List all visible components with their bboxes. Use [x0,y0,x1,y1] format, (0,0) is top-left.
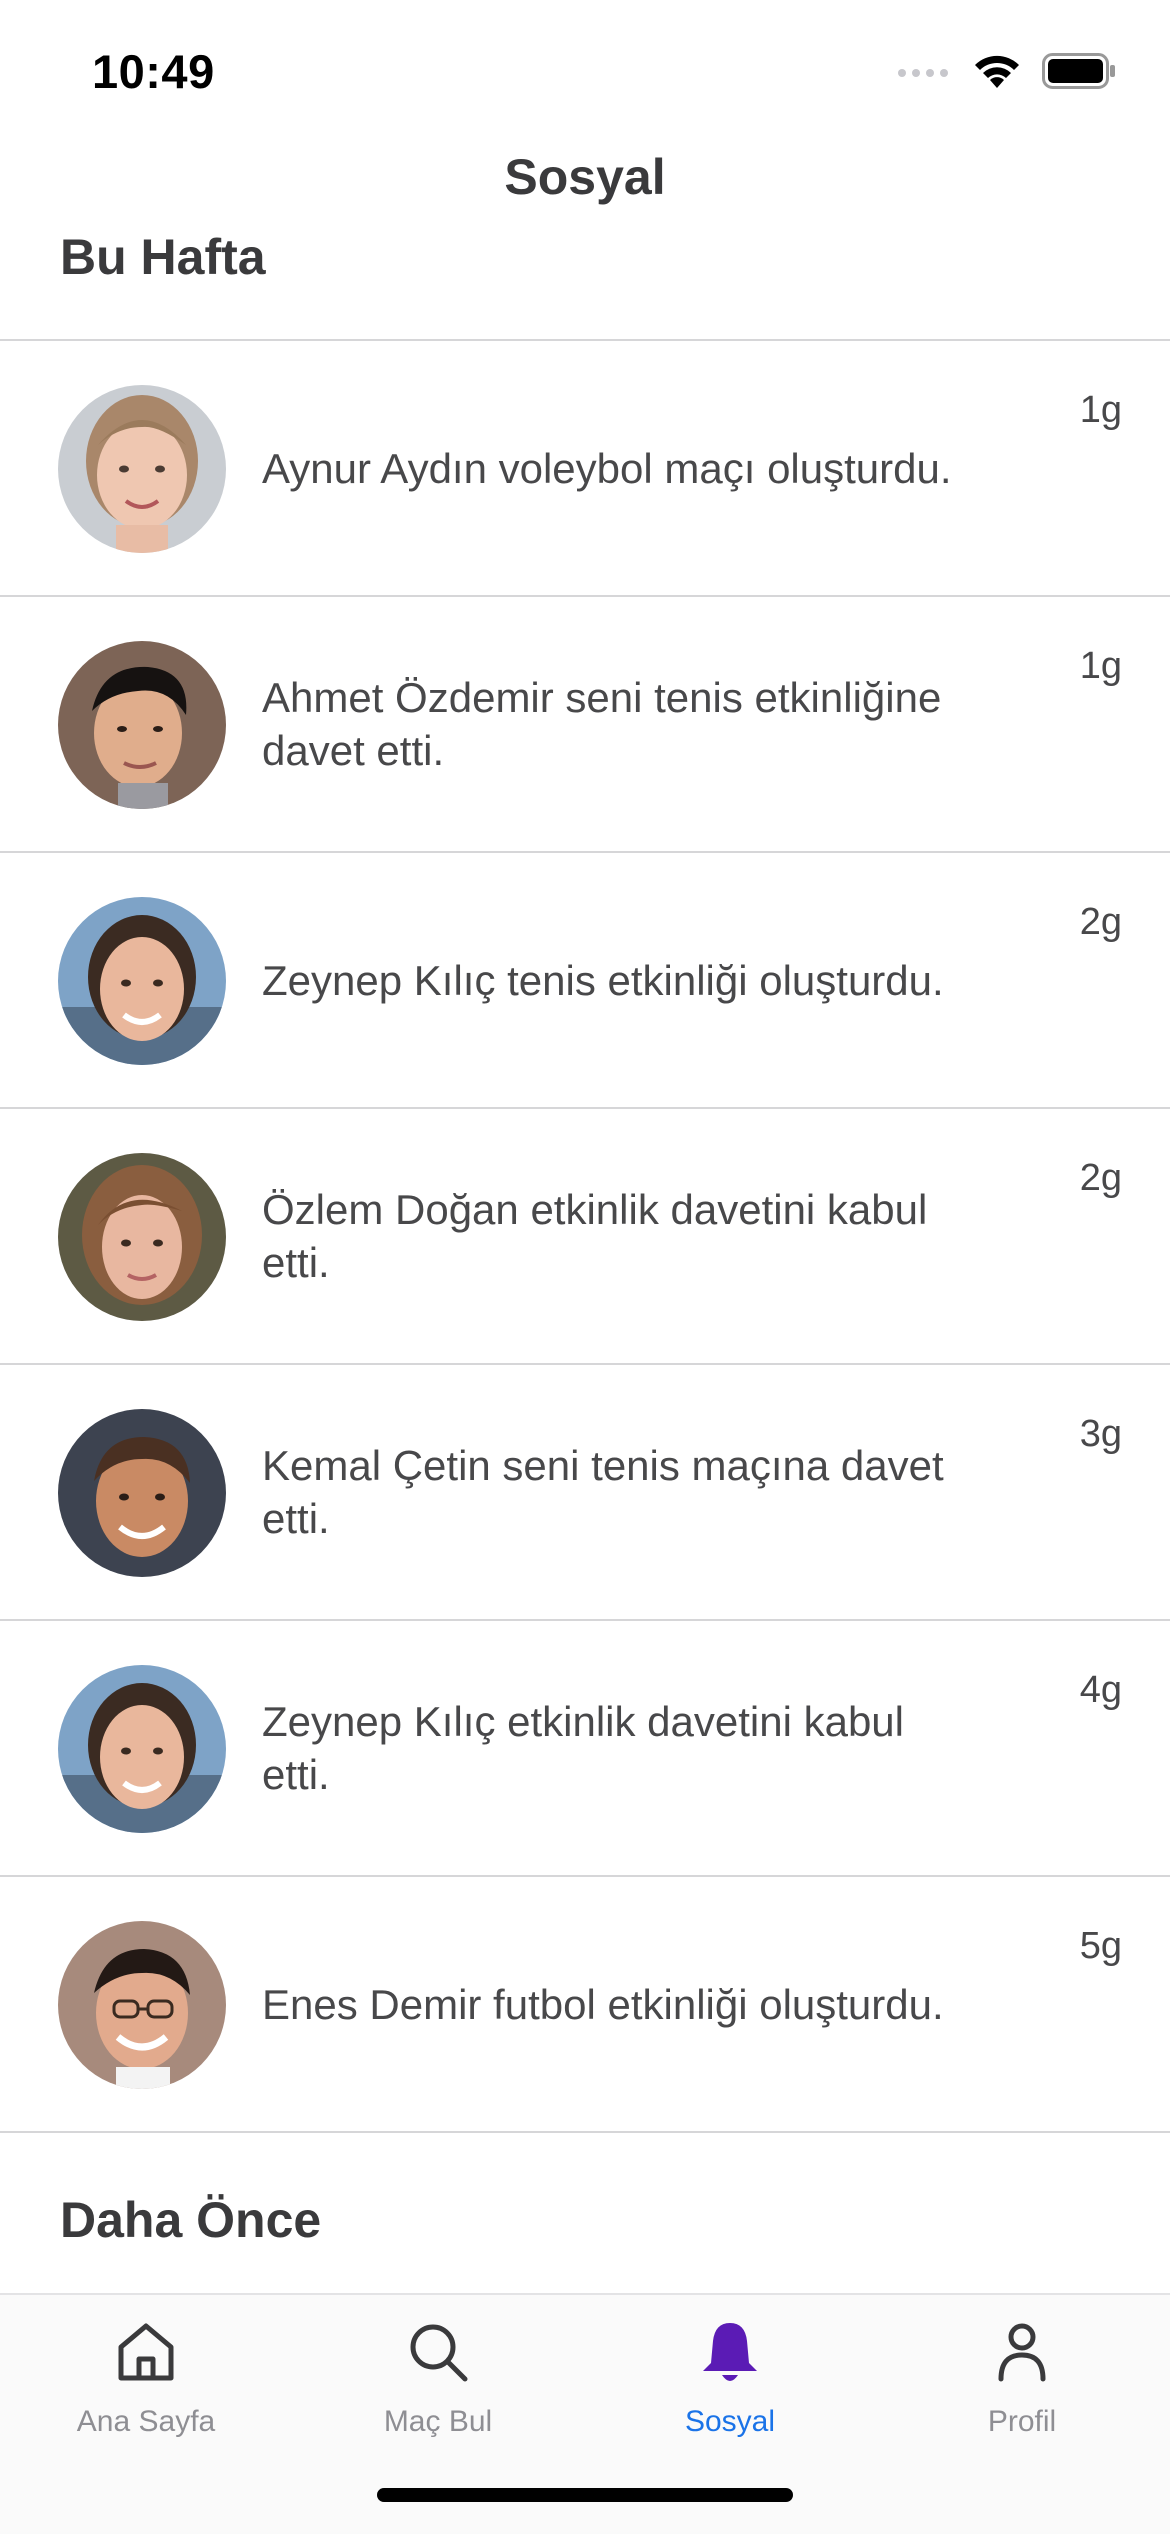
activity-time: 3g [1079,1413,1122,1455]
list-item[interactable]: Aynur Aydın voleybol maçı oluşturdu. 1g [0,341,1170,597]
avatar[interactable] [58,385,226,553]
page-title: Sosyal [504,149,666,205]
activity-time: 4g [1079,1669,1122,1711]
list-item[interactable]: Zeynep Kılıç etkinlik davetini kabul etti… [0,1621,1170,1877]
activity-list: Aynur Aydın voleybol maçı oluşturdu. 1g … [0,339,1170,2133]
tab-label: Ana Sayfa [76,2405,216,2438]
home-indicator[interactable] [377,2488,793,2502]
avatar[interactable] [58,1665,226,1833]
activity-time: 2g [1079,901,1122,943]
tab-home[interactable]: Ana Sayfa [0,2317,292,2439]
activity-time: 5g [1079,1925,1122,1967]
activity-text: Ahmet Özdemir seni tenis etkinliğine dave… [262,674,942,774]
tab-label: Sosyal [684,2405,776,2438]
activity-time: 1g [1079,389,1122,431]
home-icon [118,2323,174,2381]
activity-text: Enes Demir futbol etkinliği oluşturdu. [262,1980,944,2028]
avatar[interactable] [58,897,226,1065]
activity-time: 1g [1079,645,1122,687]
avatar[interactable] [58,641,226,809]
tab-search[interactable]: Maç Bul [292,2317,584,2439]
activity-text: Aynur Aydın voleybol maçı oluşturdu. [262,444,952,492]
list-item[interactable]: Enes Demir futbol etkinliği oluşturdu. 5… [0,1877,1170,2133]
avatar[interactable] [58,1153,226,1321]
section-title-this-week: Bu Hafta [60,229,266,285]
list-item[interactable]: Ahmet Özdemir seni tenis etkinliğine dave… [0,597,1170,853]
tab-label: Maç Bul [383,2405,493,2438]
tab-profile[interactable]: Profil [876,2317,1168,2439]
bell-icon [703,2323,757,2381]
status-icons [896,52,1116,90]
tab-label: Profil [987,2405,1057,2438]
activity-text: Kemal Çetin seni tenis maçına davet etti. [262,1442,944,1542]
cellular-signal-icon [898,69,948,77]
activity-time: 2g [1079,1157,1122,1199]
search-icon [410,2324,468,2382]
list-item[interactable]: Kemal Çetin seni tenis maçına davet etti.… [0,1365,1170,1621]
person-icon [998,2323,1046,2382]
list-item[interactable]: Zeynep Kılıç tenis etkinliği oluşturdu. … [0,853,1170,1109]
avatar[interactable] [58,1409,226,1577]
section-title-earlier: Daha Önce [60,2192,322,2248]
status-bar: 10:49 [0,0,1170,150]
tab-social[interactable]: Sosyal [584,2317,876,2439]
avatar[interactable] [58,1921,226,2089]
activity-text: Zeynep Kılıç tenis etkinliği oluşturdu. [262,956,944,1004]
activity-text: Özlem Doğan etkinlik davetini kabul etti. [262,1186,928,1286]
activity-text: Zeynep Kılıç etkinlik davetini kabul etti… [262,1698,904,1798]
list-item[interactable]: Özlem Doğan etkinlik davetini kabul etti.… [0,1109,1170,1365]
status-time: 10:49 [92,45,215,98]
battery-icon [1042,53,1115,89]
wifi-icon [975,55,1019,88]
